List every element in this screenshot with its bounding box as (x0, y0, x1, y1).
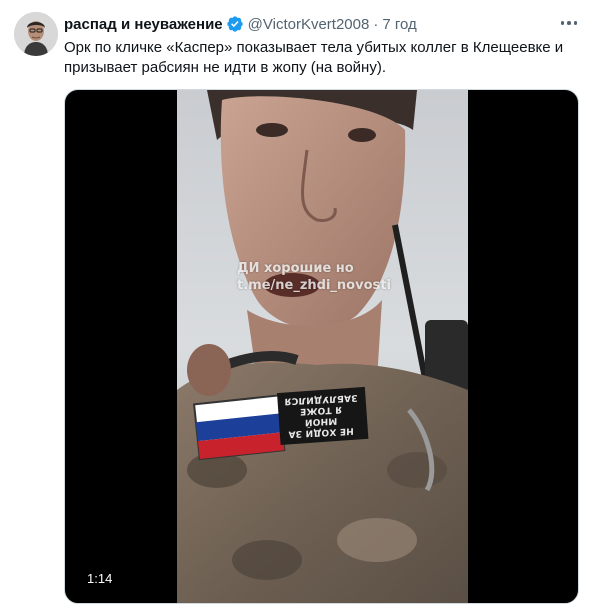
tweet-text: Орк по кличке «Каспер» показывает тела у… (64, 39, 564, 76)
avatar-image (14, 12, 58, 56)
verified-badge-icon (226, 15, 244, 33)
tweet[interactable]: распад и неуважение @VictorKvert2008 · 7… (0, 0, 594, 611)
user-handle[interactable]: @VictorKvert2008 (248, 16, 370, 33)
display-name[interactable]: распад и неуважение (64, 16, 223, 33)
tweet-header: распад и неуважение @VictorKvert2008 · 7… (64, 14, 417, 34)
video-thumbnail: ДИ хорошие но t.me/ne_zhdi_novosti НЕ ХО… (177, 90, 468, 603)
timestamp[interactable]: 7 год (382, 16, 416, 33)
separator-dot: · (373, 15, 379, 33)
avatar[interactable] (14, 12, 58, 56)
patch-text: НЕ ХОДИ ЗА МНОЙ Я ТОЖЕ ЗАБЛУДИЛСЯ (284, 392, 358, 439)
video-watermark: ДИ хорошие но t.me/ne_zhdi_novosti (237, 261, 391, 293)
video-player[interactable]: ДИ хорошие но t.me/ne_zhdi_novosti НЕ ХО… (64, 89, 579, 604)
video-duration-badge: 1:14 (83, 570, 117, 588)
more-horizontal-icon[interactable] (558, 14, 580, 32)
